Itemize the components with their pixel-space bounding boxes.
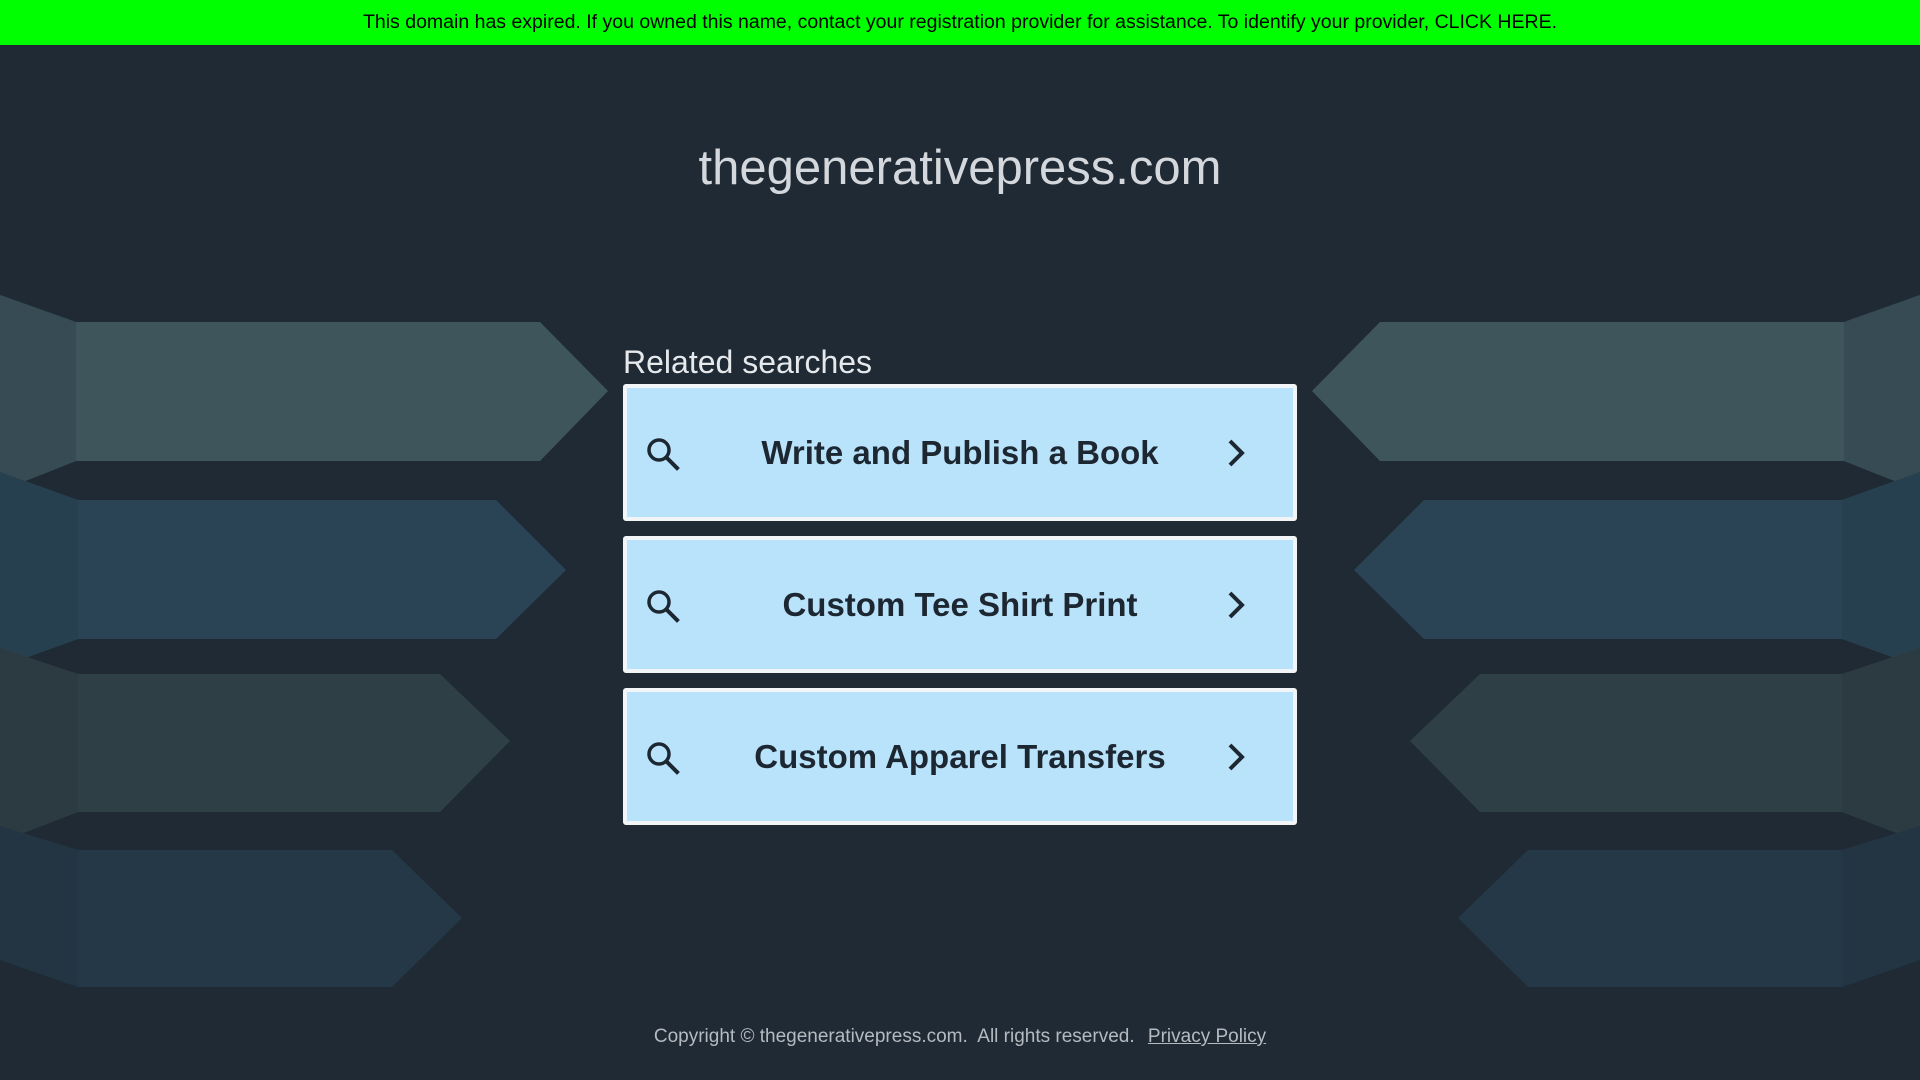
bg-strip-left-3 xyxy=(0,648,78,842)
expired-domain-banner[interactable]: This domain has expired. If you owned th… xyxy=(0,0,1920,45)
bg-strip-right-4 xyxy=(1842,826,1920,987)
privacy-policy-link[interactable]: Privacy Policy xyxy=(1148,1026,1266,1047)
related-search-item[interactable]: Custom Apparel Transfers xyxy=(623,688,1297,825)
bg-arrow-right-2 xyxy=(1354,472,1920,667)
chevron-right-icon xyxy=(1228,743,1245,771)
bg-strip-left-1 xyxy=(0,295,76,491)
related-search-item[interactable]: Write and Publish a Book xyxy=(623,384,1297,521)
chevron-right-icon xyxy=(1228,591,1245,619)
footer: Copyright © thegenerativepress.com. All … xyxy=(0,1025,1920,1049)
bg-arrow-left-1 xyxy=(0,295,608,491)
related-searches: Related searches Write and Publish a Boo… xyxy=(623,340,1297,840)
related-search-label: Custom Tee Shirt Print xyxy=(782,586,1138,623)
bg-strip-right-3 xyxy=(1842,648,1920,842)
bg-strip-right-2 xyxy=(1842,472,1920,667)
copyright-text: Copyright © thegenerativepress.com. All … xyxy=(653,1026,1135,1047)
search-icon xyxy=(647,590,680,623)
related-search-label: Write and Publish a Book xyxy=(761,434,1159,471)
related-searches-heading: Related searches xyxy=(623,344,873,380)
chevron-right-icon xyxy=(1228,439,1245,467)
bg-strip-left-2 xyxy=(0,472,78,667)
search-icon xyxy=(647,438,680,471)
related-search-label: Custom Apparel Transfers xyxy=(754,738,1166,775)
bg-arrow-right-1 xyxy=(1312,295,1920,491)
bg-strip-right-1 xyxy=(1844,295,1920,491)
bg-arrow-left-2 xyxy=(0,472,566,667)
related-search-item[interactable]: Custom Tee Shirt Print xyxy=(623,536,1297,673)
domain-title: thegenerativepress.com xyxy=(698,141,1222,195)
search-icon xyxy=(647,742,680,775)
bg-strip-left-4 xyxy=(0,826,78,987)
